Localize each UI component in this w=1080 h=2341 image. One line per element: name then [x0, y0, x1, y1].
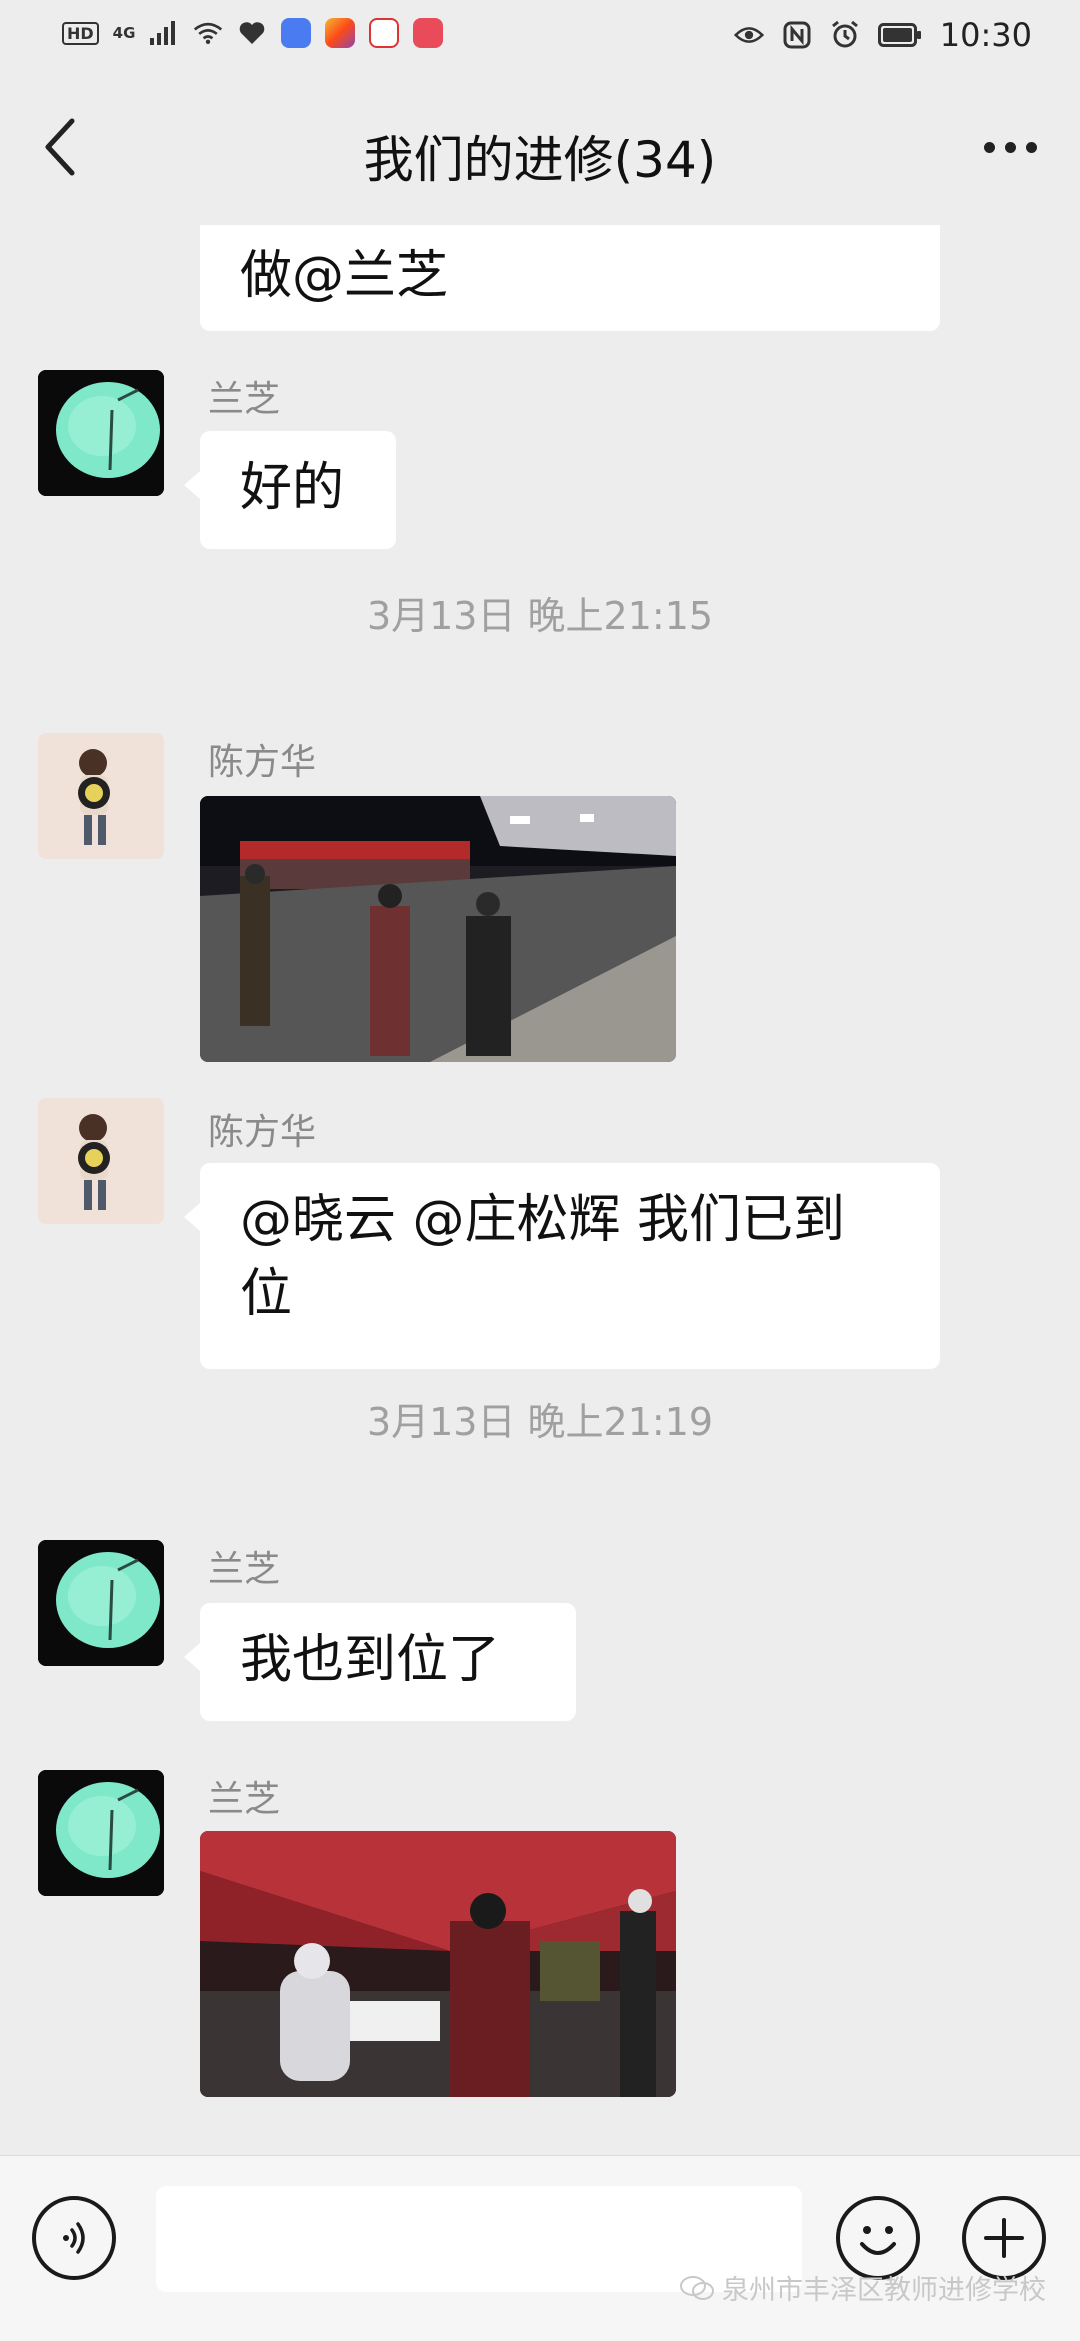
avatar-chenfanghua[interactable] — [38, 733, 164, 859]
time-divider: 3月13日 晚上21:15 — [366, 594, 714, 638]
sender-name: 陈方华 — [208, 1112, 317, 1153]
avatar-chenfanghua[interactable] — [38, 1098, 164, 1224]
message-image[interactable] — [200, 796, 676, 1062]
sender-name: 兰芝 — [208, 379, 281, 420]
lanzhi-avatar — [38, 1770, 164, 1896]
status-left: HD 4G — [62, 18, 444, 48]
input-bar: 泉州市丰泽区教师进修学校 — [0, 2155, 1080, 2341]
voice-button[interactable] — [32, 2196, 116, 2280]
sina-app-icon — [369, 18, 400, 48]
status-right: 10:30 — [733, 16, 1032, 54]
avatar-lanzhi[interactable] — [38, 370, 164, 496]
message-bubble[interactable]: 做@兰芝 — [200, 225, 940, 331]
chen-avatar — [38, 1098, 164, 1224]
more-dots-icon — [983, 141, 995, 153]
chat-header: 我们的进修(34) — [0, 72, 1080, 232]
sender-name: 陈方华 — [208, 742, 317, 783]
book-app-icon — [413, 18, 444, 48]
avatar-lanzhi[interactable] — [38, 1540, 164, 1666]
wechat-logo-icon — [680, 2275, 714, 2300]
chat-title: 我们的进修(34) — [363, 131, 717, 189]
eye-icon — [733, 20, 764, 50]
watermark-text: 泉州市丰泽区教师进修学校 — [722, 2275, 1046, 2306]
emoji-icon — [860, 2226, 896, 2255]
tiktok-app-icon — [325, 18, 356, 48]
plus-icon — [984, 2218, 1024, 2258]
message-text: @晓云 @庄松辉 我们已到位 — [240, 1190, 846, 1324]
alarm-icon — [830, 20, 860, 50]
clock-time: 10:30 — [939, 16, 1032, 54]
red-tent-testing-photo — [200, 1831, 676, 2097]
chen-avatar — [38, 733, 164, 859]
message-image[interactable] — [200, 1831, 676, 2097]
health-icon — [237, 18, 267, 48]
signal-icon — [149, 18, 179, 48]
battery-icon — [877, 20, 922, 50]
message-text: 好的 — [240, 458, 345, 518]
night-checkpoint-photo — [200, 796, 676, 1062]
avatar-lanzhi[interactable] — [38, 1770, 164, 1896]
sender-name: 兰芝 — [208, 1779, 281, 1820]
message-list[interactable]: 做@兰芝 兰芝 好的 3月13日 晚上21:15 陈方华 陈方华 @晓云 @庄松… — [0, 225, 1080, 2155]
music-app-icon — [281, 18, 312, 48]
network-type: 4G — [112, 24, 136, 42]
message-text: 我也到位了 — [240, 1630, 501, 1690]
watermark: 泉州市丰泽区教师进修学校 — [680, 2268, 1046, 2307]
message-text: 做@兰芝 — [240, 246, 449, 306]
lanzhi-avatar — [38, 370, 164, 496]
sender-name: 兰芝 — [208, 1549, 281, 1590]
message-bubble[interactable]: @晓云 @庄松辉 我们已到位 — [184, 1163, 940, 1369]
time-divider: 3月13日 晚上21:19 — [366, 1400, 714, 1444]
message-bubble[interactable]: 好的 — [184, 431, 396, 549]
lanzhi-avatar — [38, 1540, 164, 1666]
message-bubble[interactable]: 我也到位了 — [184, 1603, 576, 1721]
voice-icon — [63, 2222, 85, 2254]
nfc-icon — [782, 20, 812, 50]
status-bar: HD 4G 10:30 — [0, 0, 1080, 72]
wifi-icon — [193, 18, 223, 48]
hd-indicator: HD — [62, 21, 99, 45]
more-button[interactable] — [970, 112, 1050, 182]
